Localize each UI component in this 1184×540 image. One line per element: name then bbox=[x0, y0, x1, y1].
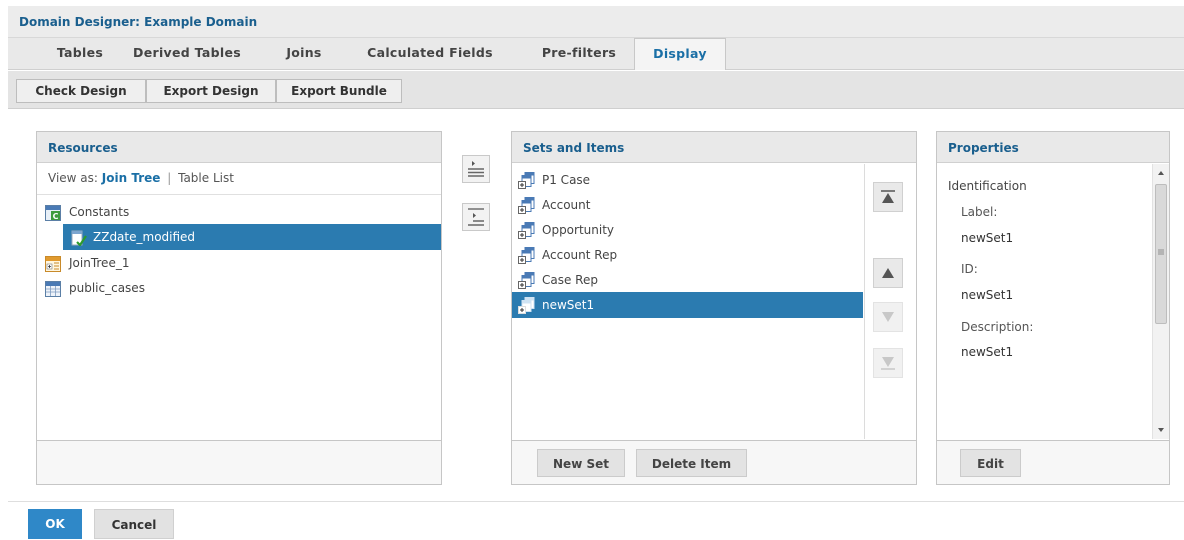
set-icon bbox=[518, 272, 535, 289]
constants-icon: C bbox=[45, 204, 61, 221]
label-field-label: Label: bbox=[961, 205, 998, 219]
tab-pre-filters[interactable]: Pre-filters bbox=[524, 38, 634, 70]
move-up-button[interactable] bbox=[873, 258, 903, 288]
set-item-newset1[interactable]: newSet1 bbox=[512, 292, 863, 318]
resources-panel: Resources View as: Join Tree | Table Lis… bbox=[36, 131, 442, 485]
sets-items-panel: Sets and Items P1 Case Account Opportuni… bbox=[511, 131, 917, 485]
set-label: P1 Case bbox=[542, 173, 591, 187]
move-up-icon bbox=[882, 268, 894, 278]
set-item-opportunity[interactable]: Opportunity bbox=[512, 217, 863, 243]
grip-icon bbox=[1158, 249, 1164, 255]
designer-title-bar: Domain Designer: Example Domain bbox=[8, 6, 1184, 38]
tab-tables[interactable]: Tables bbox=[30, 38, 130, 70]
add-to-set-icon bbox=[468, 208, 484, 226]
export-bundle-button[interactable]: Export Bundle bbox=[276, 79, 402, 103]
set-label: newSet1 bbox=[542, 298, 595, 312]
view-as-label: View as: bbox=[48, 171, 98, 185]
add-items-icon bbox=[468, 161, 484, 177]
description-field-value: newSet1 bbox=[961, 345, 1014, 359]
tree-label: JoinTree_1 bbox=[69, 256, 130, 270]
toolbar: Check Design Export Design Export Bundle bbox=[8, 71, 1184, 109]
set-icon bbox=[518, 247, 535, 264]
delete-item-button[interactable]: Delete Item bbox=[636, 449, 747, 477]
tree-item-zzdate-modified[interactable]: ZZdate_modified bbox=[63, 224, 441, 250]
view-separator: | bbox=[167, 171, 172, 185]
set-item-account[interactable]: Account bbox=[512, 192, 863, 218]
move-down-button[interactable] bbox=[873, 302, 903, 332]
move-to-bottom-button[interactable] bbox=[873, 348, 903, 378]
move-down-icon bbox=[882, 312, 894, 322]
tab-calculated-fields[interactable]: Calculated Fields bbox=[354, 38, 506, 70]
tree-item-public-cases[interactable]: public_cases bbox=[37, 275, 441, 301]
description-field-label: Description: bbox=[961, 320, 1034, 334]
check-design-button[interactable]: Check Design bbox=[16, 79, 146, 103]
sets-items-title: Sets and Items bbox=[512, 132, 916, 163]
move-to-top-button[interactable] bbox=[873, 182, 903, 212]
tab-joins[interactable]: Joins bbox=[276, 38, 332, 70]
set-item-p1-case[interactable]: P1 Case bbox=[512, 167, 863, 193]
set-item-case-rep[interactable]: Case Rep bbox=[512, 267, 863, 293]
view-as-bar: View as: Join Tree | Table List bbox=[37, 163, 441, 195]
tree-label: ZZdate_modified bbox=[93, 230, 196, 244]
properties-title: Properties bbox=[937, 132, 1169, 163]
label-field-value: newSet1 bbox=[961, 231, 1014, 245]
sets-items-footer: New Set Delete Item bbox=[512, 440, 916, 484]
tree-item-constants[interactable]: C Constants bbox=[37, 199, 441, 225]
set-label: Account bbox=[542, 198, 591, 212]
scrollbar-thumb[interactable] bbox=[1155, 184, 1167, 324]
tree-label: public_cases bbox=[69, 281, 145, 295]
set-label: Opportunity bbox=[542, 223, 615, 237]
move-to-bottom-icon bbox=[881, 357, 895, 370]
resources-title: Resources bbox=[37, 132, 441, 163]
table-list-link[interactable]: Table List bbox=[178, 171, 234, 185]
export-design-button[interactable]: Export Design bbox=[146, 79, 276, 103]
resources-footer bbox=[37, 440, 441, 484]
id-field-label: ID: bbox=[961, 262, 978, 276]
tab-bar: Tables Derived Tables Joins Calculated F… bbox=[8, 38, 1184, 70]
window-title: Domain Designer: Example Domain bbox=[19, 15, 258, 29]
set-item-account-rep[interactable]: Account Rep bbox=[512, 242, 863, 268]
join-tree-icon bbox=[45, 255, 61, 272]
table-icon bbox=[45, 280, 61, 297]
set-label: Account Rep bbox=[542, 248, 618, 262]
properties-scrollbar[interactable] bbox=[1152, 164, 1169, 439]
tree-item-jointree[interactable]: JoinTree_1 bbox=[37, 250, 441, 276]
set-label: Case Rep bbox=[542, 273, 598, 287]
add-items-to-set-button[interactable] bbox=[462, 203, 490, 231]
id-field-value: newSet1 bbox=[961, 288, 1014, 302]
move-to-top-icon bbox=[881, 190, 895, 203]
join-tree-link[interactable]: Join Tree bbox=[102, 171, 161, 185]
footer-divider bbox=[8, 501, 1184, 502]
properties-panel: Properties Identification Label: newSet1… bbox=[936, 131, 1170, 485]
set-icon bbox=[518, 222, 535, 239]
cancel-button[interactable]: Cancel bbox=[94, 509, 174, 539]
tab-derived-tables[interactable]: Derived Tables bbox=[126, 38, 248, 70]
order-controls bbox=[864, 164, 917, 439]
scroll-up-icon[interactable] bbox=[1153, 166, 1169, 182]
properties-footer: Edit bbox=[937, 440, 1169, 484]
scroll-down-icon[interactable] bbox=[1153, 421, 1169, 437]
svg-text:C: C bbox=[53, 212, 59, 221]
ok-button[interactable]: OK bbox=[28, 509, 82, 539]
field-icon bbox=[71, 229, 87, 247]
set-icon bbox=[518, 172, 535, 189]
tree-label: Constants bbox=[69, 205, 130, 219]
new-set-button[interactable]: New Set bbox=[537, 449, 625, 477]
set-icon bbox=[518, 297, 535, 314]
identification-heading: Identification bbox=[948, 179, 1027, 193]
add-items-button[interactable] bbox=[462, 155, 490, 183]
edit-button[interactable]: Edit bbox=[960, 449, 1021, 477]
tab-display[interactable]: Display bbox=[634, 38, 726, 70]
set-icon bbox=[518, 197, 535, 214]
